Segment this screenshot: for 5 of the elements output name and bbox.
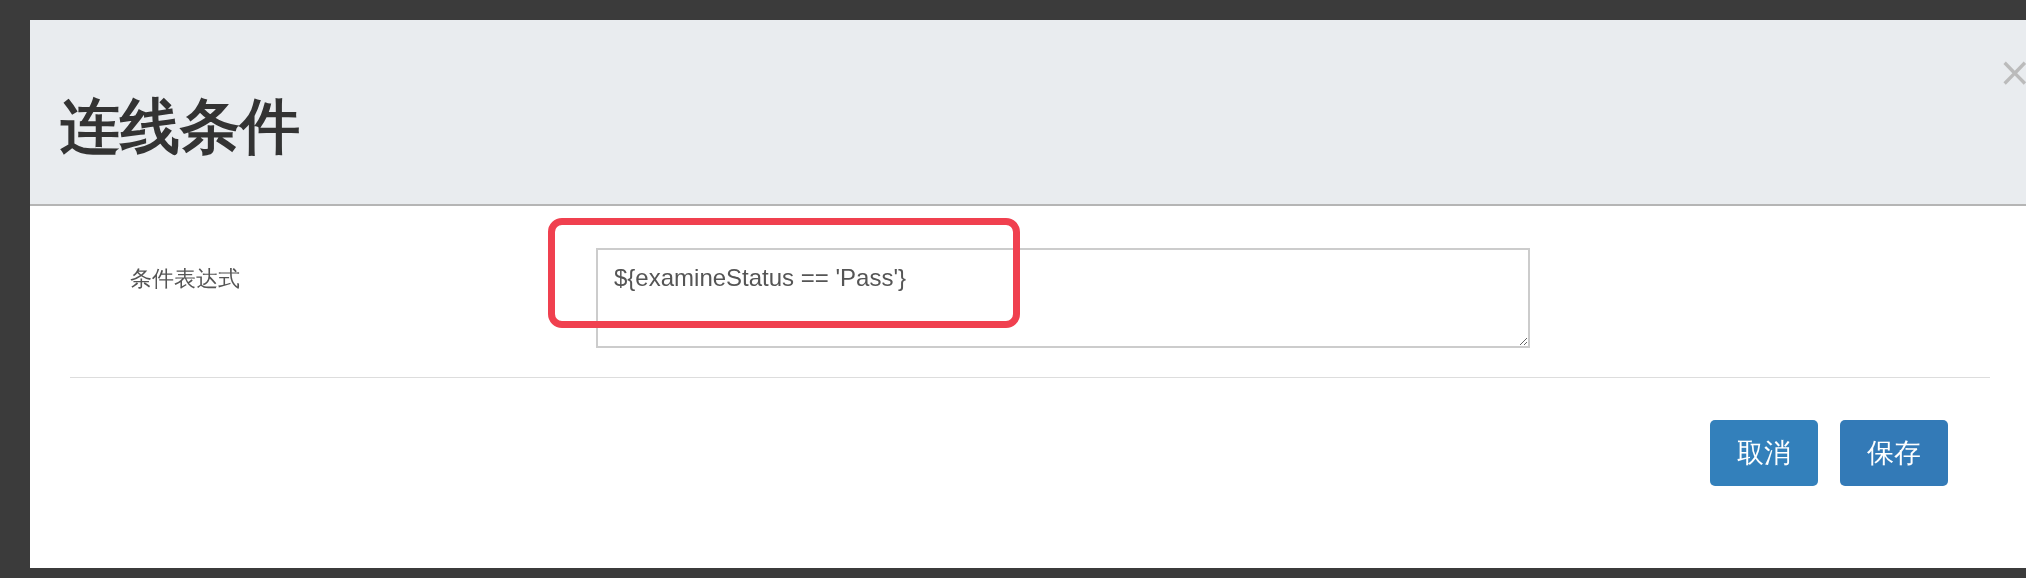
dialog-title: 连线条件 [60,89,300,163]
cancel-button[interactable]: 取消 [1710,420,1818,486]
expression-field[interactable]: ${examineStatus == 'Pass'} [596,248,1530,348]
save-button[interactable]: 保存 [1840,420,1948,486]
field-label: 条件表达式 [129,265,241,293]
